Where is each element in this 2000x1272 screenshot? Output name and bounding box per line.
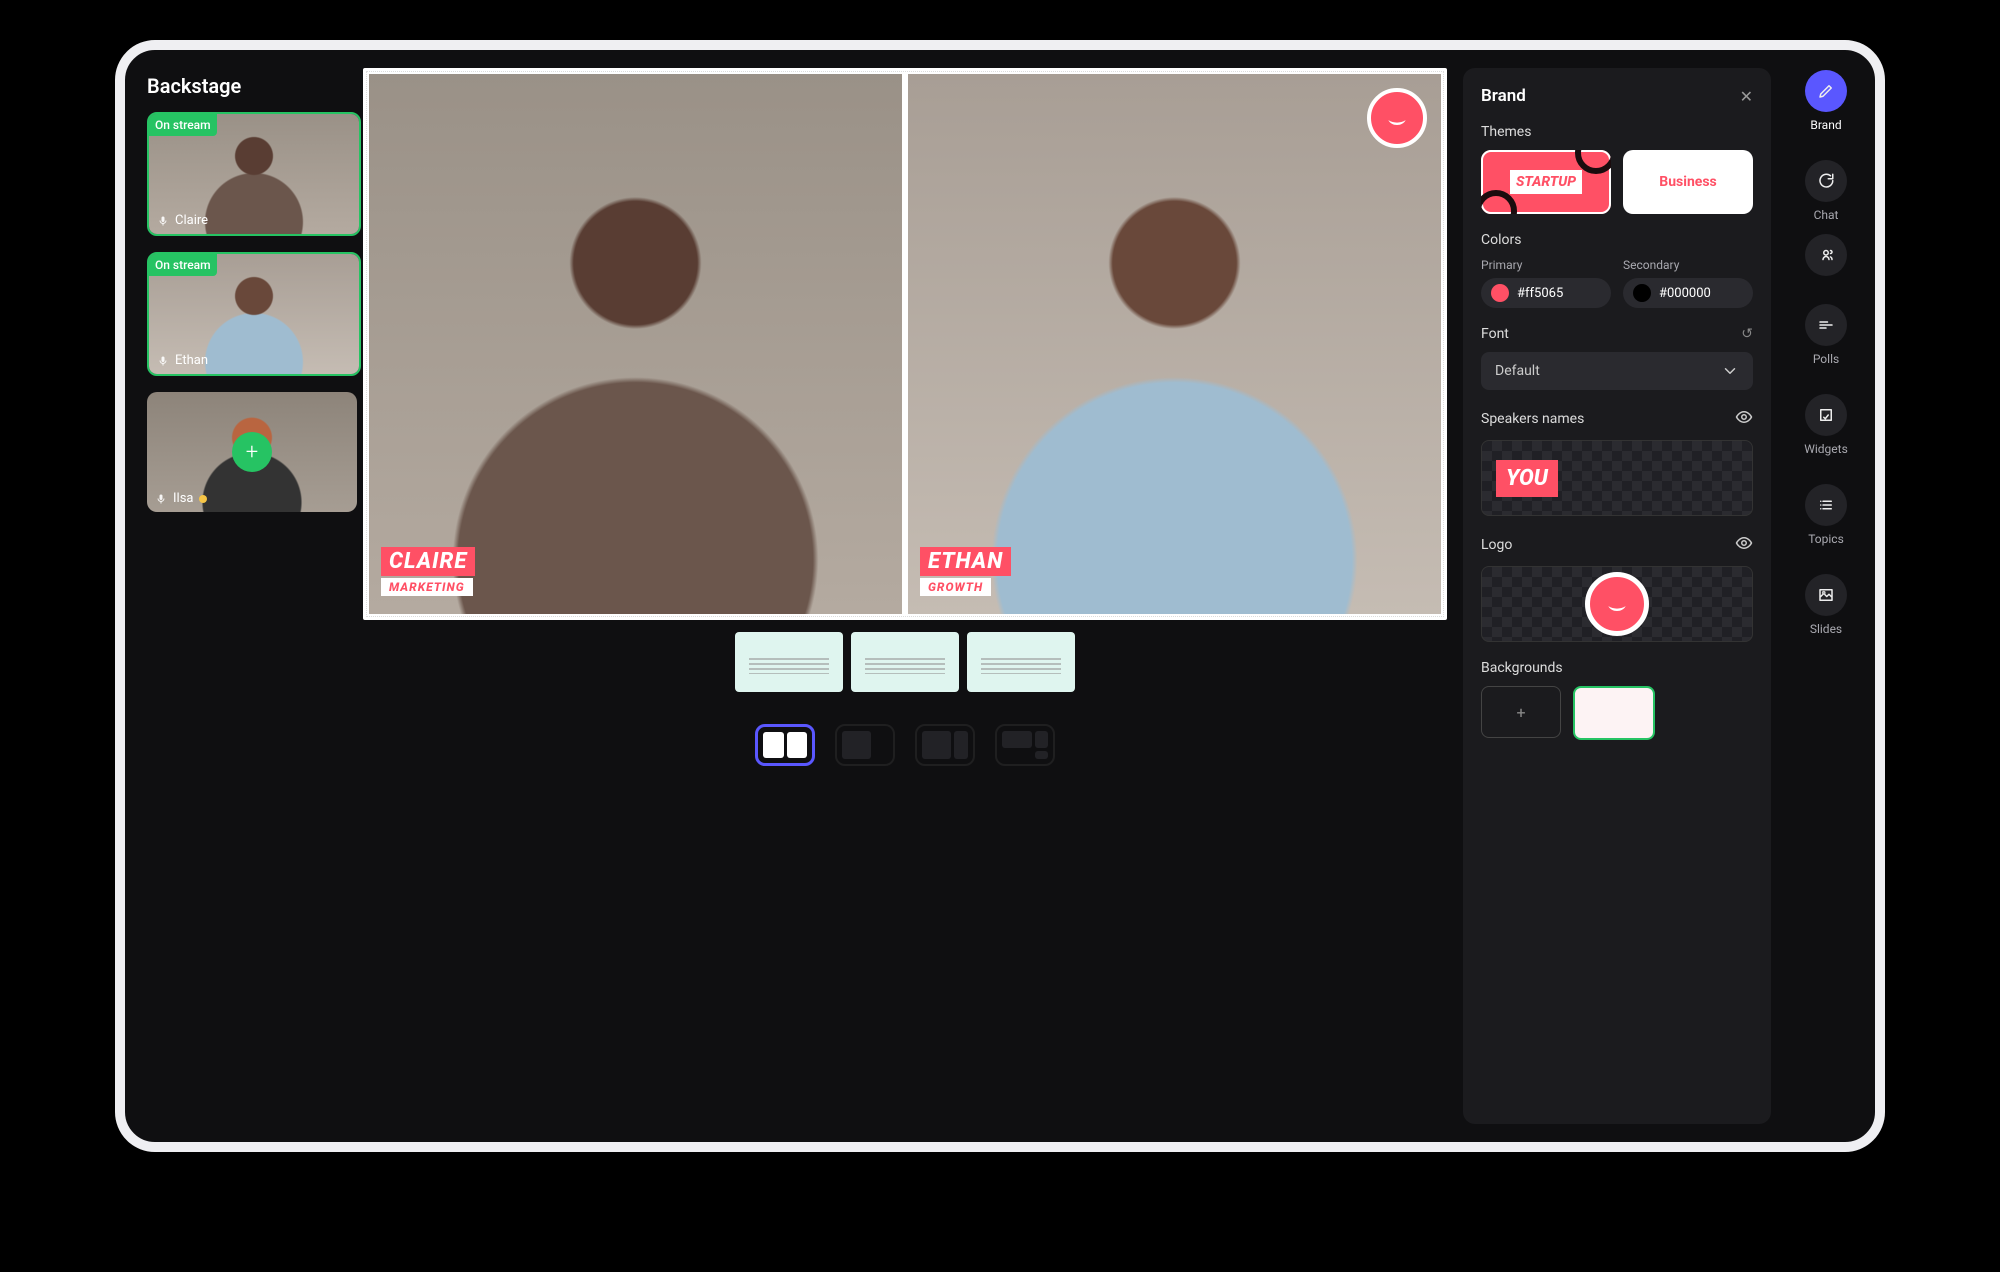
stage-area: CLAIRE MARKETING ETHAN GROWTH <box>345 50 1459 1142</box>
backstage-title: Backstage <box>147 74 333 98</box>
section-label-themes: Themes <box>1481 124 1753 140</box>
backstage-participant[interactable]: On stream Ethan <box>147 252 361 376</box>
speaker-name: CLAIRE <box>381 547 475 576</box>
speaker-name: ETHAN <box>920 547 1011 576</box>
layout-option-split[interactable] <box>755 724 815 766</box>
nav-brand[interactable]: Brand <box>1805 70 1847 132</box>
font-select[interactable]: Default <box>1481 352 1753 390</box>
font-value: Default <box>1495 363 1540 379</box>
secondary-color-control[interactable]: Secondary #000000 <box>1623 258 1753 308</box>
speaker-nametag: ETHAN GROWTH <box>920 547 1011 596</box>
visibility-toggle-icon[interactable] <box>1735 408 1753 430</box>
nav-widgets[interactable]: Widgets <box>1804 394 1848 456</box>
live-stage: CLAIRE MARKETING ETHAN GROWTH <box>363 68 1447 620</box>
primary-swatch <box>1491 284 1509 302</box>
slide-thumb[interactable] <box>967 632 1075 692</box>
nav-topics[interactable]: Topics <box>1805 484 1847 546</box>
close-icon[interactable]: ✕ <box>1740 87 1753 106</box>
speaker-subtitle: GROWTH <box>920 578 991 596</box>
nav-slides[interactable]: Slides <box>1805 574 1847 636</box>
nav-polls[interactable]: Polls <box>1805 304 1847 366</box>
polls-icon <box>1817 316 1835 334</box>
section-label-speakers: Speakers names <box>1481 408 1753 430</box>
brand-panel: Brand ✕ Themes STARTUP Business Colors P… <box>1463 68 1771 1124</box>
visibility-toggle-icon[interactable] <box>1735 534 1753 556</box>
right-nav: Brand Chat Polls Widgets Topics Slides <box>1777 50 1875 1142</box>
mic-icon <box>157 215 169 227</box>
participant-name-row: Ethan <box>157 353 208 368</box>
theme-option-business[interactable]: Business <box>1623 150 1753 214</box>
primary-color-label: Primary <box>1481 258 1611 272</box>
widgets-icon <box>1817 406 1835 424</box>
participant-name: Ethan <box>175 353 208 368</box>
backstage-panel: Backstage On stream Claire On stream Eth… <box>125 50 345 1142</box>
secondary-color-value: #000000 <box>1659 286 1711 301</box>
app-window: Backstage On stream Claire On stream Eth… <box>115 40 1885 1152</box>
section-label-logo: Logo <box>1481 534 1753 556</box>
participant-name: Claire <box>175 213 208 228</box>
status-dot-icon <box>199 495 207 503</box>
logo-preview[interactable] <box>1481 566 1753 642</box>
backstage-participant[interactable]: On stream Claire <box>147 112 361 236</box>
slide-thumb[interactable] <box>851 632 959 692</box>
section-label-backgrounds: Backgrounds <box>1481 660 1753 676</box>
brand-panel-title: Brand <box>1481 86 1526 106</box>
mic-icon <box>157 355 169 367</box>
people-icon <box>1817 246 1835 264</box>
reset-font-icon[interactable]: ↺ <box>1741 326 1753 342</box>
slide-thumb[interactable] <box>735 632 843 692</box>
image-icon <box>1817 586 1835 604</box>
pencil-icon <box>1817 82 1835 100</box>
logo-icon <box>1585 572 1649 636</box>
background-option[interactable] <box>1573 686 1655 740</box>
onstream-badge: On stream <box>149 254 217 276</box>
backstage-participant[interactable]: + Ilsa <box>147 392 357 512</box>
slide-thumbnails <box>363 632 1447 692</box>
section-label-font: Font ↺ <box>1481 326 1753 342</box>
section-label-colors: Colors <box>1481 232 1753 248</box>
speaker-name-preview[interactable]: YOU <box>1481 440 1753 516</box>
speaker-subtitle: MARKETING <box>381 578 473 596</box>
primary-color-control[interactable]: Primary #ff5065 <box>1481 258 1611 308</box>
layout-picker <box>363 724 1447 766</box>
add-to-stream-button[interactable]: + <box>232 432 272 472</box>
layout-option-pip[interactable] <box>835 724 895 766</box>
add-background-button[interactable]: + <box>1481 686 1561 738</box>
layout-option-grid[interactable] <box>995 724 1055 766</box>
secondary-swatch <box>1633 284 1651 302</box>
mic-icon <box>155 493 167 505</box>
stage-logo-icon <box>1367 88 1427 148</box>
secondary-color-label: Secondary <box>1623 258 1753 272</box>
list-icon <box>1817 496 1835 514</box>
speaker-tag-preview: YOU <box>1496 460 1558 497</box>
speaker-video <box>369 74 902 614</box>
participant-name-row: Ilsa <box>155 491 207 506</box>
onstream-badge: On stream <box>149 114 217 136</box>
participant-name: Ilsa <box>173 491 193 506</box>
layout-option-sidebar[interactable] <box>915 724 975 766</box>
theme-option-startup[interactable]: STARTUP <box>1481 150 1611 214</box>
stage-speaker-tile[interactable]: ETHAN GROWTH <box>908 74 1441 614</box>
speaker-video <box>908 74 1441 614</box>
participant-name-row: Claire <box>157 213 208 228</box>
window-handle <box>1875 110 1881 134</box>
primary-color-value: #ff5065 <box>1517 286 1563 301</box>
stage-speaker-tile[interactable]: CLAIRE MARKETING <box>369 74 902 614</box>
nav-chat[interactable]: Chat <box>1805 160 1847 276</box>
speaker-nametag: CLAIRE MARKETING <box>381 547 475 596</box>
chevron-down-icon <box>1721 362 1739 380</box>
chat-icon <box>1817 172 1835 190</box>
